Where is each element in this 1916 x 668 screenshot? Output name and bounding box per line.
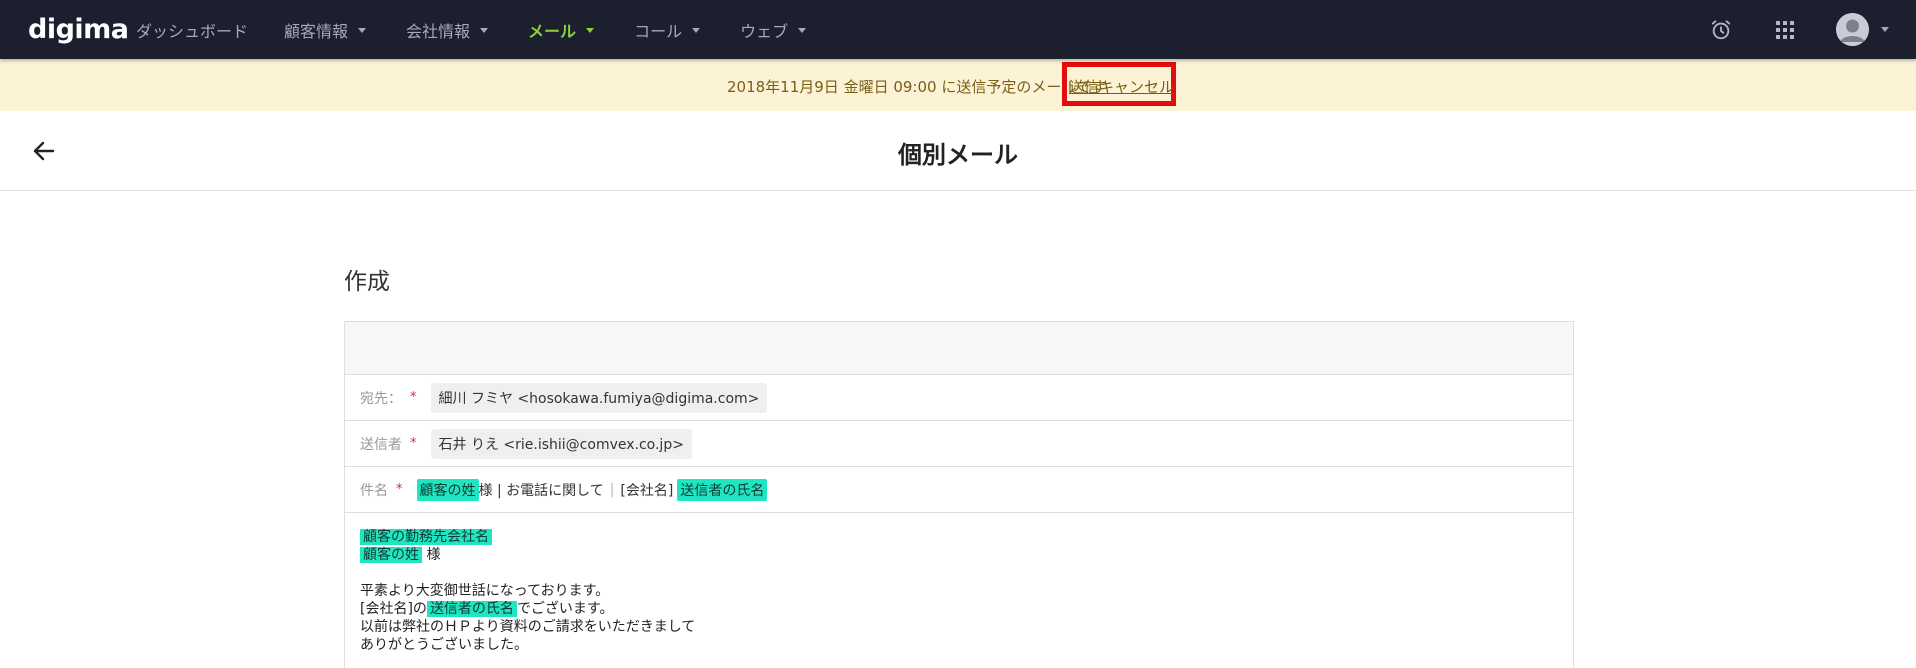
body-line: ありがとうございました。 [360, 637, 528, 653]
body-line: 平素より大変御世話になっております。 [360, 583, 610, 599]
required-mark: * [410, 390, 417, 405]
cancel-send-link[interactable]: 送信キャンセル [1069, 76, 1174, 97]
nav-label: 顧客情報 [284, 21, 349, 41]
caret-down-icon [480, 28, 489, 33]
caret-down-icon [1881, 27, 1889, 32]
subject-input[interactable]: 顧客の姓 様 | お電話に関して | [会社名] 送信者の氏名 [416, 478, 768, 501]
nav-label: ダッシュボード [136, 21, 249, 41]
nav-label: メール [528, 21, 577, 41]
mail-body-editor[interactable]: 顧客の勤務先会社名 顧客の姓 様 平素より大変御世話になっております。 [会社名… [345, 513, 1573, 668]
apps-grid-icon[interactable] [1775, 20, 1795, 40]
nav-label: ウェブ [740, 21, 789, 41]
section-title: 作成 [344, 269, 390, 295]
nav-label: コール [634, 21, 683, 41]
body-line: 顧客の勤務先会社名 [360, 528, 1558, 546]
top-navbar: digima ダッシュボード 顧客情報 会社情報 メール コール ウェブ [0, 0, 1916, 59]
merge-tag: 顧客の姓 [360, 547, 422, 563]
nav-item-customers[interactable]: 顧客情報 [284, 18, 367, 42]
recipient-chip[interactable]: 細川 フミヤ <hosokawa.fumiya@digima.com> [430, 382, 768, 413]
caret-down-icon [358, 28, 367, 33]
caret-down-icon [798, 28, 807, 33]
body-text: でございます。 [516, 601, 614, 617]
merge-tag: 送信者の氏名 [426, 601, 517, 617]
body-line-empty [360, 564, 1558, 582]
from-label: 送信者 [360, 436, 402, 453]
body-line: 顧客の姓 様 [360, 546, 1558, 564]
digima-logo[interactable]: digima [28, 12, 129, 46]
subject-text: 様 | お電話に関して [478, 482, 604, 499]
sender-chip[interactable]: 石井 りえ <rie.ishii@comvex.co.jp> [430, 428, 692, 459]
merge-tag: 顧客の姓 [416, 478, 479, 501]
body-text: 様 [426, 547, 441, 563]
page-header: 個別メール [0, 111, 1916, 191]
required-mark: * [410, 436, 417, 451]
caret-down-icon [586, 28, 595, 33]
logo-text: digima [28, 13, 129, 45]
subject-separator: | [609, 481, 615, 498]
body-line: 以前は弊社のＨＰより資料のご請求をいただきまして [360, 619, 696, 635]
main-nav: ダッシュボード 顧客情報 会社情報 メール コール ウェブ [136, 0, 846, 59]
subject-label: 件名 [360, 482, 388, 499]
nav-item-mail[interactable]: メール [528, 18, 595, 42]
from-row: 送信者 * 石井 りえ <rie.ishii@comvex.co.jp> [345, 421, 1573, 467]
nav-label: 会社情報 [406, 21, 471, 41]
page-title: 個別メール [898, 141, 1018, 169]
to-label: 宛先： [360, 390, 402, 407]
nav-item-call[interactable]: コール [634, 18, 701, 42]
alarm-clock-icon[interactable] [1710, 19, 1732, 41]
scheduled-notice-banner: 2018年11月9日 金曜日 09:00 に送信予定のメールです [0, 59, 1916, 111]
nav-item-dashboard[interactable]: ダッシュボード [136, 18, 248, 42]
to-row: 宛先： * 細川 フミヤ <hosokawa.fumiya@digima.com… [345, 375, 1573, 421]
merge-tag: 顧客の勤務先会社名 [360, 529, 492, 545]
merge-tag: 送信者の氏名 [677, 478, 768, 501]
compose-form: 宛先： * 細川 フミヤ <hosokawa.fumiya@digima.com… [344, 321, 1574, 668]
nav-item-web[interactable]: ウェブ [740, 18, 807, 42]
form-toolbar [345, 322, 1573, 375]
subject-text: [会社名] [620, 482, 674, 499]
body-text: [会社名]の [360, 601, 427, 617]
scheduled-message: 2018年11月9日 金曜日 09:00 に送信予定のメールです [727, 78, 1107, 96]
user-avatar-icon [1836, 13, 1869, 46]
nav-item-companies[interactable]: 会社情報 [406, 18, 489, 42]
user-menu[interactable] [1836, 13, 1889, 46]
body-line: [会社名]の 送信者の氏名 でございます。 [360, 600, 1558, 618]
required-mark: * [396, 482, 403, 497]
subject-row: 件名 * 顧客の姓 様 | お電話に関して | [会社名] 送信者の氏名 [345, 467, 1573, 513]
caret-down-icon [692, 28, 701, 33]
